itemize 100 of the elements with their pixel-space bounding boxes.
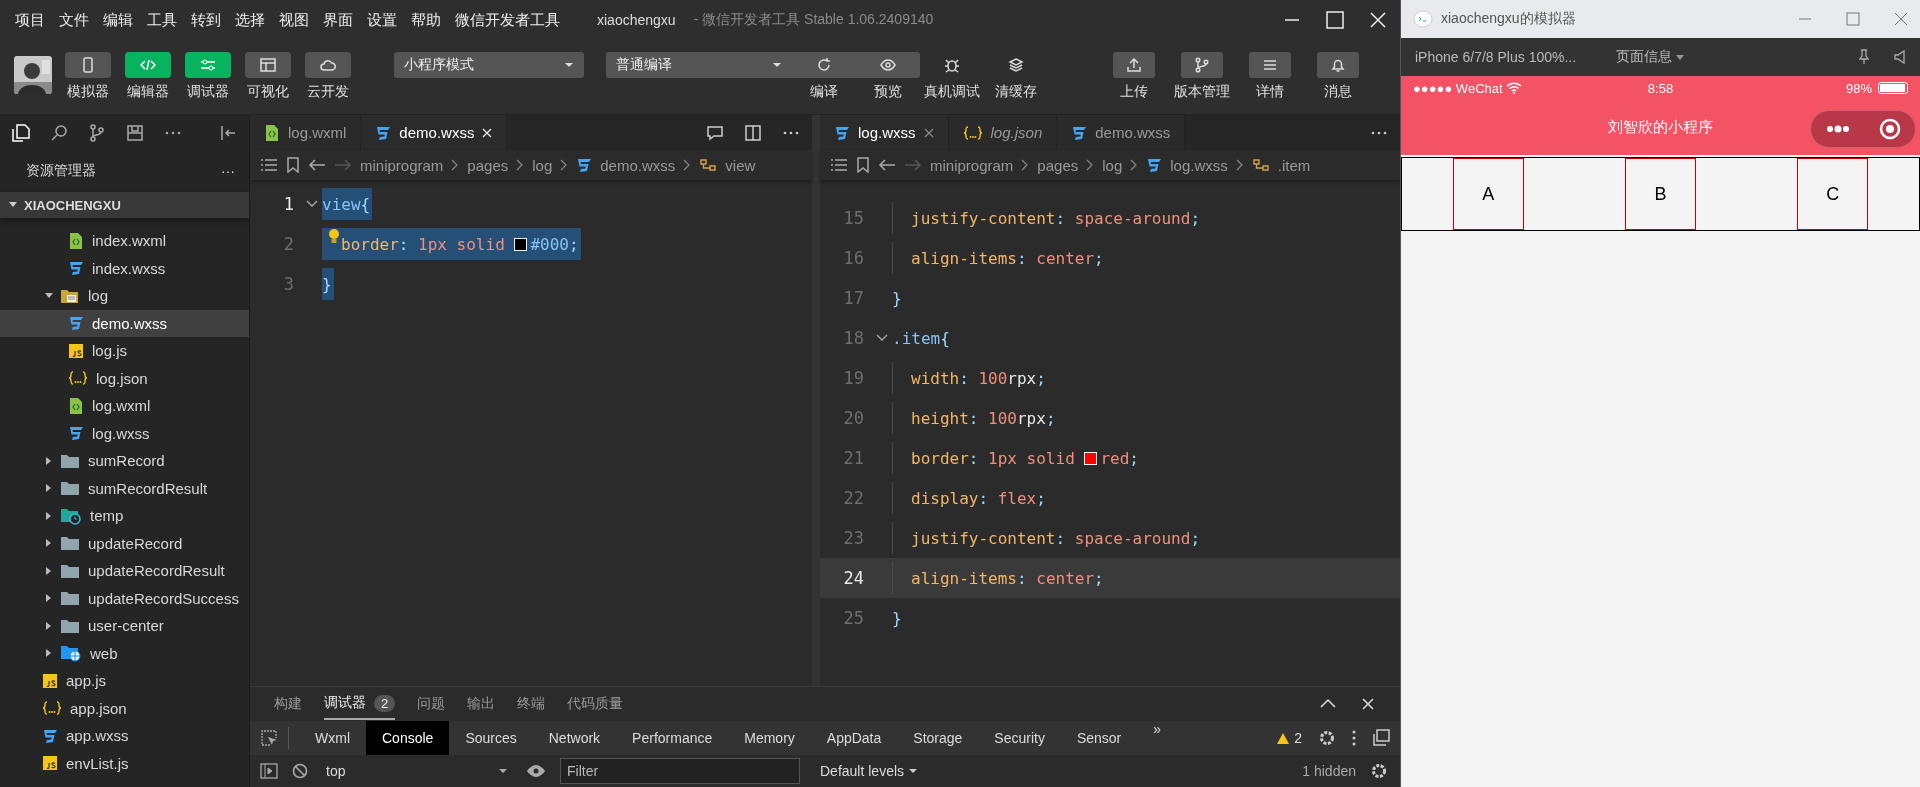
menu-capsule[interactable] xyxy=(1810,110,1916,148)
folder-item[interactable]: updateRecordSuccess xyxy=(0,584,249,612)
breadcrumb-item[interactable]: log xyxy=(532,156,553,174)
project-folder-header[interactable]: XIAOCHENGXU xyxy=(0,192,249,218)
bookmark-icon[interactable] xyxy=(856,157,870,173)
context-dropdown[interactable]: top xyxy=(322,763,512,779)
clear-console-icon[interactable] xyxy=(292,763,308,779)
file-item[interactable]: app.wxss xyxy=(0,722,249,750)
eye-button[interactable] xyxy=(856,52,920,78)
breadcrumb-item[interactable]: log.wxss xyxy=(1170,156,1228,174)
breadcrumb-item[interactable]: log xyxy=(1102,156,1123,174)
file-item[interactable]: index.wxss xyxy=(0,254,249,282)
inspect-icon[interactable] xyxy=(260,729,278,747)
menu-item[interactable]: 工具 xyxy=(146,8,178,32)
breadcrumb-item[interactable]: miniprogram xyxy=(360,156,444,174)
file-item[interactable]: log.wxss xyxy=(0,419,249,447)
eye-icon[interactable] xyxy=(526,764,546,778)
devtools-tab[interactable]: Memory xyxy=(728,721,811,755)
menu-item[interactable]: 转到 xyxy=(190,8,222,32)
collapse-icon[interactable] xyxy=(219,123,237,142)
panel-tab[interactable]: 问题 xyxy=(417,689,446,719)
branch-icon[interactable] xyxy=(88,123,106,142)
folder-item[interactable]: user-center xyxy=(0,612,249,640)
code-toggle-button[interactable] xyxy=(125,52,171,78)
mode-dropdown[interactable]: 小程序模式 xyxy=(394,52,584,78)
files-icon[interactable] xyxy=(12,123,30,142)
menu-item[interactable]: 编辑 xyxy=(102,8,134,32)
fold-chevron-icon[interactable] xyxy=(876,334,888,342)
file-item[interactable]: log.json xyxy=(0,364,249,392)
editor-tab[interactable]: demo.wxss xyxy=(1057,115,1186,150)
panel-tab[interactable]: 输出 xyxy=(467,689,496,719)
sidebar-toggle-icon[interactable] xyxy=(260,763,278,779)
upload-button[interactable] xyxy=(1113,52,1155,78)
file-item[interactable]: index.wxml xyxy=(0,227,249,255)
breadcrumb-item[interactable]: pages xyxy=(1037,156,1079,174)
levels-dropdown[interactable]: Default levels xyxy=(814,762,925,780)
split-editor-icon[interactable] xyxy=(744,123,762,142)
dock-icon[interactable] xyxy=(1372,729,1390,747)
warnings-counter[interactable]: 2 xyxy=(1276,730,1302,746)
menu-item[interactable]: 帮助 xyxy=(410,8,442,32)
extension-icon[interactable] xyxy=(126,123,144,142)
devtools-tab[interactable]: Security xyxy=(978,721,1061,755)
devtools-tab[interactable]: Wxml xyxy=(299,721,366,755)
file-item[interactable]: envList.js xyxy=(0,749,249,777)
bell-button[interactable] xyxy=(1317,52,1359,78)
editor-tab[interactable]: log.json xyxy=(948,115,1058,150)
page-info-dropdown[interactable]: 页面信息 xyxy=(1616,48,1685,66)
folder-item[interactable]: temp xyxy=(0,502,249,530)
file-item[interactable]: log.wxml xyxy=(0,392,249,420)
branch-button[interactable] xyxy=(1181,52,1223,78)
folder-item[interactable]: updateRecord xyxy=(0,529,249,557)
filter-field[interactable]: Filter xyxy=(560,758,800,784)
file-item[interactable]: demo.wxss xyxy=(0,309,249,337)
devtools-tab[interactable]: Console xyxy=(366,721,450,755)
folder-item[interactable]: sumRecord xyxy=(0,447,249,475)
devtools-tab[interactable]: Performance xyxy=(616,721,729,755)
menu-item[interactable]: 文件 xyxy=(58,8,90,32)
menu-item[interactable]: 微信开发者工具 xyxy=(454,8,561,32)
file-item[interactable]: app.json xyxy=(0,694,249,722)
devtools-tab[interactable]: AppData xyxy=(810,721,898,755)
menu-item[interactable]: 项目 xyxy=(14,8,46,32)
overflow-button[interactable]: » xyxy=(1137,721,1178,755)
compile-dropdown[interactable]: 普通编译 xyxy=(606,52,792,78)
editor-tab[interactable]: log.wxml xyxy=(250,115,362,150)
bookmark-icon[interactable] xyxy=(286,157,300,173)
breadcrumb-item[interactable]: miniprogram xyxy=(930,156,1014,174)
fold-chevron-icon[interactable] xyxy=(306,200,318,208)
panel-tab[interactable]: 终端 xyxy=(517,689,546,719)
folder-item[interactable]: updateRecordResult xyxy=(0,557,249,585)
more-button[interactable]: ··· xyxy=(221,163,235,179)
speaker-icon[interactable] xyxy=(1894,49,1906,65)
file-item[interactable]: app.js xyxy=(0,667,249,695)
pin-icon[interactable] xyxy=(1858,49,1870,65)
editor-tab[interactable]: demo.wxss xyxy=(361,115,508,150)
breadcrumb-item[interactable]: pages xyxy=(467,156,509,174)
breadcrumb-item[interactable]: view xyxy=(725,156,756,174)
folder-item[interactable]: log xyxy=(0,282,249,310)
menu-button[interactable] xyxy=(1249,52,1291,78)
menu-item[interactable]: 视图 xyxy=(278,8,310,32)
breadcrumb-item[interactable]: .item xyxy=(1277,156,1311,174)
file-item[interactable]: log.js xyxy=(0,337,249,365)
folder-item[interactable]: web xyxy=(0,639,249,667)
outline-icon[interactable] xyxy=(830,158,848,172)
panel-tab[interactable]: 代码质量 xyxy=(567,689,624,719)
cloud-toggle-button[interactable] xyxy=(305,52,351,78)
devtools-tab[interactable]: Sensor xyxy=(1060,721,1138,755)
layout-toggle-button[interactable] xyxy=(245,52,291,78)
device-selector[interactable]: iPhone 6/7/8 Plus 100%... xyxy=(1415,49,1577,65)
devtools-tab[interactable]: Storage xyxy=(897,721,979,755)
settings-icon[interactable] xyxy=(1370,762,1388,780)
editor-tab[interactable]: log.wxss xyxy=(820,115,949,150)
lightbulb-icon[interactable] xyxy=(328,228,340,244)
more-icon[interactable] xyxy=(1352,730,1356,746)
back-arrow-icon[interactable] xyxy=(878,158,896,172)
sliders-toggle-button[interactable] xyxy=(185,52,231,78)
search-icon[interactable] xyxy=(50,123,68,142)
outline-icon[interactable] xyxy=(260,158,278,172)
chevron-up-icon[interactable] xyxy=(1320,698,1336,708)
menu-item[interactable]: 选择 xyxy=(234,8,266,32)
devtools-tab[interactable]: Sources xyxy=(449,721,533,755)
